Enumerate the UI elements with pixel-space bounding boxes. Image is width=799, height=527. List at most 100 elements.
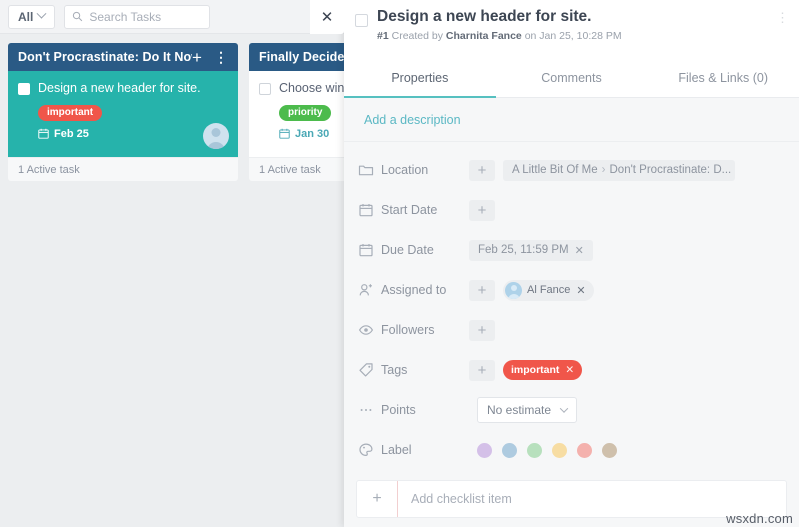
task-tag[interactable]: priority bbox=[279, 104, 332, 121]
task-tag[interactable]: important bbox=[38, 104, 103, 121]
detail-header: ✕ Design a new header for site. #1 Creat… bbox=[310, 0, 799, 58]
plus-icon[interactable]: + bbox=[357, 491, 397, 507]
column-active-count: 1 Active task bbox=[259, 163, 321, 176]
tag-chip-label: important bbox=[511, 364, 560, 376]
due-date-value[interactable]: Feb 25, 11:59 PM ✕ bbox=[469, 239, 593, 261]
label-swatch-blue[interactable] bbox=[502, 442, 517, 458]
plus-icon[interactable]: + bbox=[469, 359, 495, 381]
kebab-menu-icon[interactable]: ⋮ bbox=[776, 11, 789, 24]
avatar-head bbox=[510, 284, 517, 291]
label-swatch-brown[interactable] bbox=[602, 442, 617, 458]
checklist-input[interactable] bbox=[398, 492, 786, 506]
property-label: Label bbox=[381, 443, 412, 457]
calendar-icon bbox=[38, 128, 49, 139]
properties-list: Location + A Little Bit Of Me › Don't Pr… bbox=[344, 142, 799, 470]
property-row-label: Label bbox=[344, 430, 799, 470]
points-dropdown[interactable]: No estimate bbox=[477, 397, 578, 423]
property-label: Location bbox=[381, 163, 429, 177]
watermark: wsxdn.com bbox=[726, 511, 793, 526]
avatar[interactable] bbox=[203, 123, 229, 149]
property-row-start-date: Start Date + bbox=[344, 190, 799, 230]
task-detail-panel: ✕ Design a new header for site. #1 Creat… bbox=[310, 0, 799, 527]
avatar-head bbox=[211, 128, 221, 137]
label-swatch-green[interactable] bbox=[527, 442, 542, 458]
close-icon[interactable]: ✕ bbox=[576, 284, 585, 297]
property-label: Start Date bbox=[381, 203, 438, 217]
page-title: Design a new header for site. bbox=[377, 8, 592, 25]
plus-icon[interactable]: + bbox=[469, 199, 495, 221]
task-checkbox[interactable] bbox=[259, 83, 271, 95]
location-value[interactable]: A Little Bit Of Me › Don't Procrastinate… bbox=[503, 159, 735, 181]
calendar-icon bbox=[359, 244, 373, 257]
property-row-tags: Tags + important ✕ bbox=[344, 350, 799, 390]
task-complete-checkbox[interactable] bbox=[355, 14, 368, 27]
search-icon bbox=[73, 11, 83, 22]
tag-icon bbox=[359, 363, 373, 377]
close-icon[interactable]: ✕ bbox=[575, 244, 584, 257]
plus-icon[interactable]: + bbox=[469, 159, 495, 181]
description-area[interactable]: Add a description bbox=[344, 98, 799, 142]
avatar-body bbox=[507, 293, 520, 299]
label-swatch-group bbox=[477, 442, 617, 458]
property-row-assigned-to: Assigned to + Al Fance ✕ bbox=[344, 270, 799, 310]
filter-dropdown[interactable]: All bbox=[8, 4, 56, 29]
task-card[interactable]: Design a new header for site. important … bbox=[8, 71, 238, 157]
checklist-add-row[interactable]: + bbox=[356, 480, 787, 518]
property-label: Tags bbox=[381, 363, 408, 377]
plus-icon[interactable]: + bbox=[469, 319, 495, 341]
column-title: Don't Procrastinate: Do It Now! bbox=[18, 50, 192, 64]
assignee-name: Al Fance bbox=[527, 284, 571, 296]
label-swatch-red[interactable] bbox=[577, 442, 592, 458]
task-author: Charnita Fance bbox=[445, 30, 522, 42]
add-description-link[interactable]: Add a description bbox=[364, 113, 461, 127]
task-id: #1 bbox=[377, 30, 389, 42]
chevron-down-icon bbox=[36, 8, 47, 19]
task-due-date: Feb 25 bbox=[38, 128, 228, 140]
close-icon[interactable]: ✕ bbox=[565, 364, 574, 376]
created-by-prefix: Created by bbox=[391, 30, 443, 42]
close-icon[interactable]: ✕ bbox=[310, 0, 344, 34]
search-input[interactable] bbox=[89, 9, 202, 24]
tab-comments[interactable]: Comments bbox=[496, 58, 648, 97]
search-box[interactable] bbox=[64, 4, 211, 29]
due-date-text: Feb 25, 11:59 PM bbox=[478, 244, 569, 256]
folder-icon bbox=[358, 165, 374, 176]
task-board: Don't Procrastinate: Do It Now! + ⋮ Desi… bbox=[0, 34, 479, 527]
property-label: Assigned to bbox=[381, 283, 447, 297]
palette-icon bbox=[359, 443, 373, 457]
avatar-body bbox=[207, 142, 225, 149]
plus-icon[interactable]: + bbox=[192, 49, 202, 66]
assignee-chip[interactable]: Al Fance ✕ bbox=[503, 279, 594, 301]
property-row-location: Location + A Little Bit Of Me › Don't Pr… bbox=[344, 150, 799, 190]
calendar-icon bbox=[279, 128, 290, 139]
task-checkbox[interactable] bbox=[18, 83, 30, 95]
location-parent: A Little Bit Of Me bbox=[512, 164, 598, 176]
breadcrumb-separator: › bbox=[601, 164, 606, 176]
task-card-title: Design a new header for site. bbox=[38, 81, 201, 95]
tab-files-links[interactable]: Files & Links (0) bbox=[647, 58, 799, 97]
property-label: Due Date bbox=[381, 243, 434, 257]
label-swatch-yellow[interactable] bbox=[552, 442, 567, 458]
task-meta: #1 Created by Charnita Fance on Jan 25, … bbox=[377, 30, 622, 42]
column-active-count: 1 Active task bbox=[18, 163, 80, 176]
column-header: Don't Procrastinate: Do It Now! + ⋮ bbox=[8, 43, 238, 71]
property-row-due-date: Due Date Feb 25, 11:59 PM ✕ bbox=[344, 230, 799, 270]
tab-files-links-label: Files & Links (0) bbox=[678, 70, 768, 85]
board-column-procrastinate: Don't Procrastinate: Do It Now! + ⋮ Desi… bbox=[8, 43, 238, 181]
app-root: All Don't Procrastinate: Do It Now! + ⋮ bbox=[0, 0, 799, 527]
tab-properties-label: Properties bbox=[391, 70, 449, 85]
kebab-menu-icon[interactable]: ⋮ bbox=[214, 50, 228, 64]
label-swatch-purple[interactable] bbox=[477, 442, 492, 458]
avatar bbox=[505, 281, 522, 299]
property-row-followers: Followers + bbox=[344, 310, 799, 350]
plus-icon[interactable]: + bbox=[469, 279, 495, 301]
location-child: Don't Procrastinate: D... bbox=[609, 164, 732, 176]
eye-icon bbox=[358, 325, 374, 335]
task-date-label: Feb 25 bbox=[54, 127, 89, 140]
tab-properties[interactable]: Properties bbox=[344, 58, 496, 98]
points-value: No estimate bbox=[487, 403, 552, 417]
column-body: Design a new header for site. important … bbox=[8, 71, 238, 157]
tab-comments-label: Comments bbox=[541, 70, 602, 85]
tag-chip[interactable]: important ✕ bbox=[503, 360, 583, 380]
task-card-top: Design a new header for site. bbox=[18, 81, 228, 97]
